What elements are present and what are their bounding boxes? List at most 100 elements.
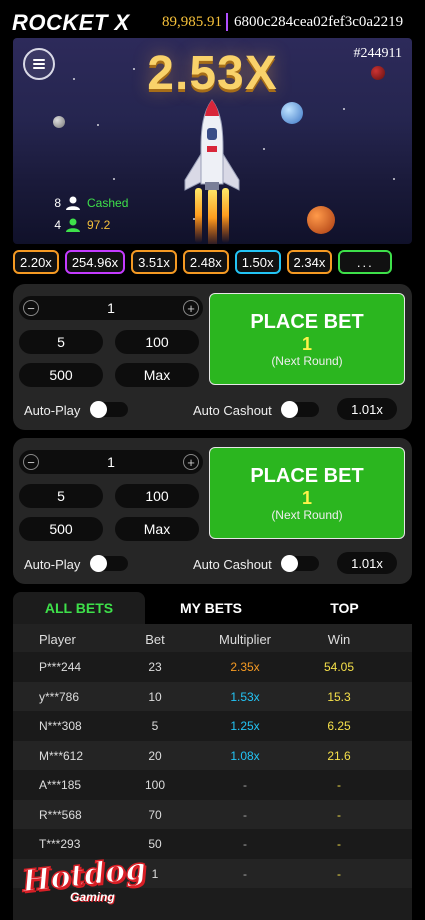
bet-amount: 10 [148,689,162,704]
tab-top[interactable]: TOP [277,592,412,624]
star [263,148,265,150]
bet-amount: 70 [148,807,162,822]
history-item[interactable]: 1.50x [234,250,281,274]
bet-panel-1: − 1 + 5 100 500 Max PLACE BET 1 (Next Ro… [13,284,412,430]
quick-bet-max-button[interactable]: Max [115,363,199,387]
table-rows: P***244 23 2.35x 54.05 y***786 10 1.53x 15.3 N**… [13,652,412,888]
quick-bet-button[interactable]: 100 [115,484,199,508]
history-item[interactable]: 2.48x [182,250,229,274]
place-bet-note: (Next Round) [271,508,343,522]
autoplay-toggle[interactable] [90,401,128,418]
bet-amount: 100 [144,778,166,792]
cashed-count: 8 [54,196,61,210]
player-name: R***568 [39,807,82,822]
current-multiplier: 2.53X [147,47,278,100]
win-amount: 21.6 [327,748,351,763]
bets-tabs: ALL BETS MY BETS TOP [13,592,412,624]
game-canvas: #244911 2.53X 8 Cashed 4 97.2 [13,38,412,244]
table-header: Player Bet Multiplier Win [13,624,412,652]
bet-panel-2: − 1 + 5 100 500 Max PLACE BET 1 (Next Ro… [13,438,412,584]
history-item[interactable]: 2.20x [13,250,59,274]
history-item[interactable]: 254.96x [64,250,126,274]
bet-amount: 23 [148,660,162,674]
table-row: A***185 100 - - [13,770,412,800]
multiplier-value: 1.25x [230,719,260,733]
player-name: P***244 [39,660,82,674]
star [343,108,345,110]
autocashout-toggle[interactable] [281,401,319,418]
place-bet-button[interactable]: PLACE BET 1 (Next Round) [209,447,405,539]
quick-bet-max-button[interactable]: Max [115,517,199,541]
autocashout-toggle[interactable] [281,555,319,572]
win-amount: - [337,837,341,851]
header-divider [226,13,228,31]
history-item[interactable]: 3.51x [131,250,177,274]
plus-icon[interactable]: + [183,454,199,470]
header-player: Player [39,632,76,647]
quick-bet-button[interactable]: 100 [115,330,199,354]
multiplier-value: 2.35x [230,660,260,674]
bet-amount-input[interactable]: 1 [39,300,183,316]
player-name: M***612 [39,748,84,763]
place-bet-note: (Next Round) [271,354,343,368]
user-icon [66,196,80,210]
player-name: y***786 [39,689,80,704]
bet-amount-stepper: − 1 + [19,450,203,474]
bet-amount: 50 [148,837,162,851]
star [113,178,115,180]
header-bet: Bet [145,632,165,647]
player-name: A***185 [39,778,82,792]
place-bet-amount: 1 [301,334,312,354]
planet-blue [281,102,303,124]
autocashout-label: Auto Cashout [193,557,272,572]
brand-logo: Hotdog Gaming [14,851,154,916]
win-amount: 6.25 [327,719,351,733]
minus-icon[interactable]: − [23,454,39,470]
win-amount: 54.05 [323,660,355,674]
minus-icon[interactable]: − [23,300,39,316]
table-row: M***612 20 1.08x 21.6 [13,740,412,770]
star [393,178,395,180]
history-item[interactable]: 2.34x [286,250,333,274]
header-win: Win [327,632,351,647]
autocashout-label: Auto Cashout [193,403,272,418]
user-id: 6800c284cea02fef3c0a2219 [234,14,404,30]
quick-bet-button[interactable]: 500 [19,517,103,541]
tab-my-bets[interactable]: MY BETS [145,592,277,624]
autoplay-toggle[interactable] [90,555,128,572]
players-stats: 8 Cashed 4 97.2 [49,192,128,236]
table-row: T***293 50 - - [13,829,412,859]
autoplay-label: Auto-Play [24,403,81,418]
autocashout-input[interactable]: 1.01x [337,398,397,420]
autocashout-input[interactable]: 1.01x [337,552,397,574]
planet-orange [307,206,335,234]
table-row: R***568 70 - - [13,799,412,829]
bet-amount-input[interactable]: 1 [39,454,183,470]
multiplier-value: - [243,778,247,792]
place-bet-button[interactable]: PLACE BET 1 (Next Round) [209,293,405,385]
quick-bet-button[interactable]: 5 [19,330,103,354]
active-bet-sum: 97.2 [87,218,111,232]
bet-amount: 5 [151,719,159,733]
win-amount: - [337,778,341,792]
place-bet-amount: 1 [301,488,312,508]
balance-value: 89,985.91 [162,14,222,30]
brand-sub: Gaming [70,890,115,904]
quick-bet-button[interactable]: 5 [19,484,103,508]
history-more-button[interactable]: ... [338,250,393,274]
autoplay-label: Auto-Play [24,557,81,572]
table-row: y***786 10 1.53x 15.3 [13,681,412,711]
game-title: ROCKET X [12,10,130,35]
bet-amount: 20 [148,748,162,763]
tab-all-bets[interactable]: ALL BETS [13,592,145,624]
multiplier-value: - [243,807,247,822]
quick-bet-button[interactable]: 500 [19,363,103,387]
place-bet-label: PLACE BET [250,465,364,487]
table-row: N***308 5 1.25x 6.25 [13,711,412,741]
plus-icon[interactable]: + [183,300,199,316]
multiplier-value: - [243,837,247,851]
active-count: 4 [54,218,61,232]
player-name: N***308 [39,719,82,733]
bet-amount-stepper: − 1 + [19,296,203,320]
header-multiplier: Multiplier [218,632,271,647]
